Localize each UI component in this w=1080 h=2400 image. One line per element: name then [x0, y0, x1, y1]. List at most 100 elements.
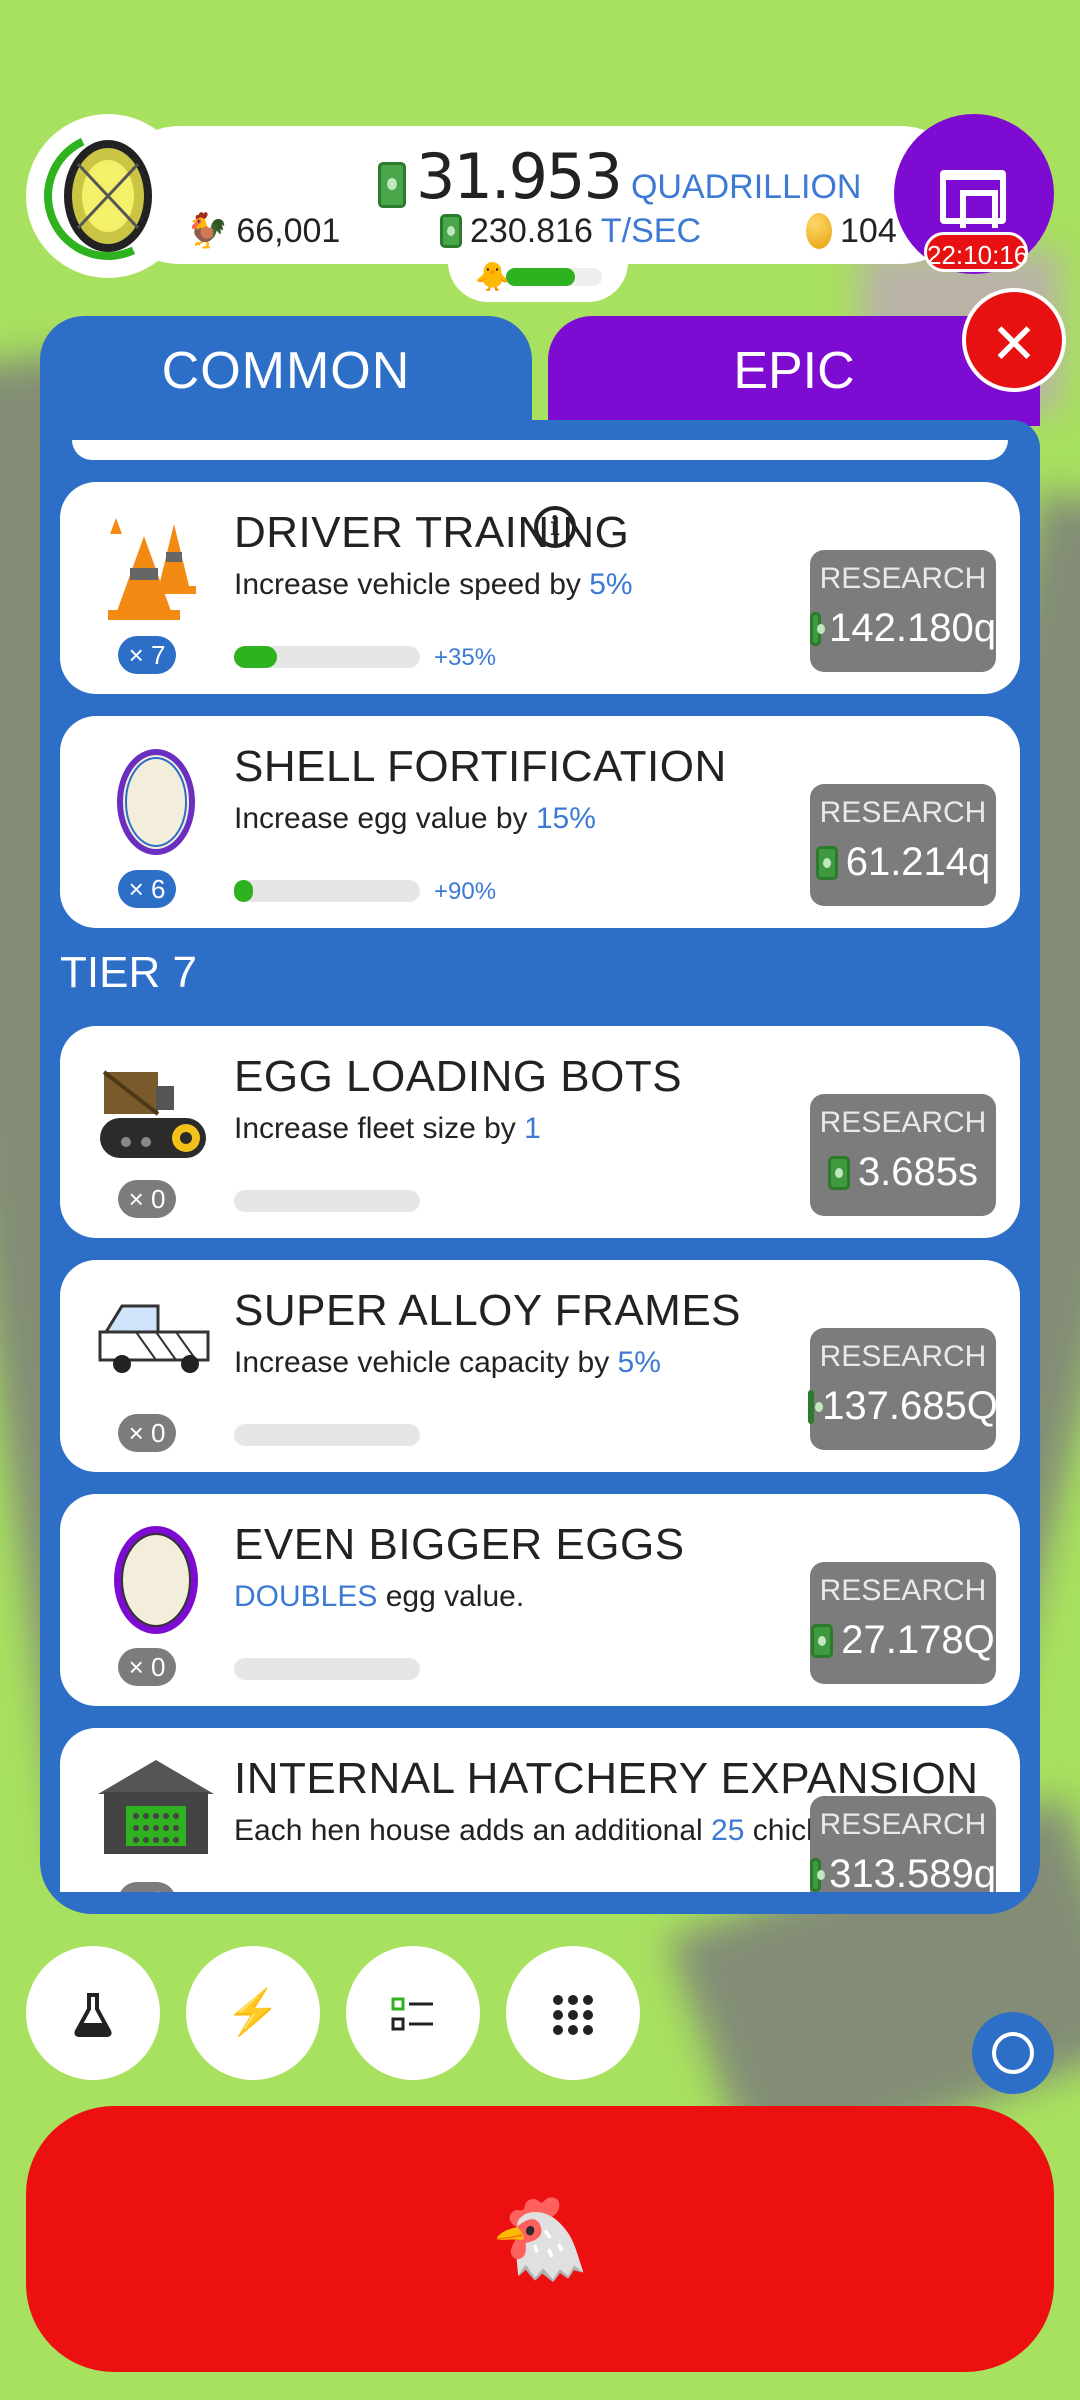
research-description: Increase vehicle speed by 5% — [234, 568, 633, 602]
research-description: Increase egg value by 15% — [234, 802, 596, 836]
research-button[interactable]: RESEARCH 313.589q — [810, 1796, 996, 1892]
level-badge: × 0 — [118, 1882, 176, 1892]
desc-prefix: Increase egg value by — [234, 802, 536, 835]
purple-egg-icon — [96, 1518, 216, 1638]
progress-fill — [234, 646, 277, 668]
rate-value: 230.816 — [470, 211, 593, 250]
research-button[interactable]: RESEARCH 3.685s — [810, 1094, 996, 1216]
research-icon — [74, 1993, 112, 2038]
money-value: 31.953 — [416, 140, 623, 213]
research-title: SHELL FORTIFICATION — [234, 742, 727, 791]
level-badge: × 7 — [118, 636, 176, 674]
cash-icon — [827, 1155, 850, 1190]
research-button-label: RESEARCH — [819, 1340, 987, 1373]
shop-timer: 22:10:16 — [924, 232, 1028, 272]
research-button[interactable]: RESEARCH 27.178Q — [810, 1562, 996, 1684]
cost-value: 3.685s — [857, 1150, 979, 1194]
chick-icon: 🐥 — [475, 261, 510, 292]
info-icon[interactable]: i — [534, 506, 576, 548]
income-rate: 230.816 T/SEC — [440, 208, 701, 254]
research-button[interactable]: RESEARCH 137.685Q — [808, 1328, 998, 1450]
boost-icon: ⚡ — [225, 1988, 281, 2037]
menu-icon — [553, 1995, 593, 2036]
cash-icon — [815, 845, 838, 880]
research-title: EVEN BIGGER EGGS — [234, 1520, 685, 1569]
cash-icon — [808, 1389, 824, 1424]
egg-icon — [96, 740, 216, 860]
cost-value: 313.589q — [829, 1852, 996, 1892]
level-badge: × 0 — [118, 1414, 176, 1452]
desc-prefix: Increase fleet size by — [234, 1112, 525, 1145]
cash-icon — [378, 162, 406, 208]
research-bonus: +35% — [434, 644, 497, 671]
overlay-toggle-button[interactable] — [972, 2012, 1054, 2094]
chicken-count: 🐓 66,001 — [186, 208, 340, 254]
research-button-label: RESEARCH — [819, 1106, 987, 1139]
research-button[interactable]: RESEARCH 61.214q — [810, 784, 996, 906]
cost-value: 61.214q — [845, 840, 991, 884]
desc-prefix: Increase vehicle capacity by — [234, 1346, 618, 1379]
level-badge: × 0 — [118, 1648, 176, 1686]
research-description: DOUBLES egg value. — [234, 1580, 524, 1614]
cash-icon — [811, 1623, 834, 1658]
research-cost: 142.180q — [810, 606, 996, 651]
missions-icon — [391, 1997, 433, 2031]
missions-button[interactable] — [346, 1946, 480, 2080]
research-progress-bar — [234, 880, 420, 902]
hen-house-icon — [96, 1752, 216, 1872]
research-title: EGG LOADING BOTS — [234, 1052, 683, 1101]
cash-icon — [810, 1857, 826, 1892]
chicken-icon: 🐔 — [490, 2194, 590, 2283]
research-cost: 313.589q — [810, 1852, 996, 1892]
desc-prefix: Increase vehicle speed by — [234, 568, 590, 601]
desc-value: 25 — [711, 1814, 745, 1847]
progress-fill — [234, 880, 253, 902]
desc-value: DOUBLES — [234, 1580, 378, 1613]
rate-unit: T/SEC — [600, 211, 702, 250]
research-card-even-bigger-eggs: × 0 EVEN BIGGER EGGS DOUBLES egg value. … — [60, 1494, 1020, 1706]
main-menu-button[interactable] — [506, 1946, 640, 2080]
research-card-internal-hatchery-expansion: × 0 INTERNAL HATCHERY EXPANSION Each hen… — [60, 1728, 1020, 1892]
previous-card-stub — [72, 440, 1008, 460]
desc-suffix: egg value. — [377, 1580, 525, 1613]
cash-icon — [440, 214, 462, 248]
desc-value: 1 — [524, 1112, 541, 1145]
research-description: Increase vehicle capacity by 5% — [234, 1346, 661, 1380]
cost-value: 137.685Q — [822, 1384, 998, 1428]
research-cost: 61.214q — [810, 840, 996, 885]
truck-icon — [96, 1284, 216, 1404]
close-button[interactable]: ✕ — [962, 288, 1066, 392]
research-button-label: RESEARCH — [819, 562, 987, 595]
cash-icon — [810, 611, 826, 646]
research-list[interactable]: × 7 DRIVER TRAINING i Increase vehicle s… — [60, 440, 1020, 1892]
research-menu-button[interactable] — [26, 1946, 160, 2080]
chicken-count-value: 66,001 — [236, 211, 341, 250]
hatch-progress-fill — [506, 268, 576, 286]
research-progress-bar — [234, 646, 420, 668]
money-unit: QUADRILLION — [630, 168, 862, 206]
cost-value: 142.180q — [829, 606, 996, 650]
chicken-icon: 🐓 — [186, 212, 229, 250]
research-progress-bar — [234, 1658, 420, 1680]
level-badge: × 0 — [118, 1180, 176, 1218]
research-cost: 27.178Q — [810, 1618, 996, 1663]
level-badge: × 6 — [118, 870, 176, 908]
tier-label: TIER 7 — [60, 948, 197, 997]
traffic-cones-icon — [96, 506, 216, 626]
research-progress-bar — [234, 1424, 420, 1446]
research-card-driver-training: × 7 DRIVER TRAINING i Increase vehicle s… — [60, 482, 1020, 694]
research-progress-bar — [234, 1190, 420, 1212]
research-button-label: RESEARCH — [819, 796, 987, 829]
research-title: SUPER ALLOY FRAMES — [234, 1286, 742, 1335]
shop-icon — [940, 170, 1006, 228]
boost-button[interactable]: ⚡ — [186, 1946, 320, 2080]
desc-prefix: Each hen house adds an additional — [234, 1814, 712, 1847]
research-description: Increase fleet size by 1 — [234, 1112, 541, 1146]
research-button[interactable]: RESEARCH 142.180q — [810, 550, 996, 672]
research-cost: 137.685Q — [808, 1384, 998, 1429]
research-cost: 3.685s — [810, 1150, 996, 1195]
research-card-super-alloy-frames: × 0 SUPER ALLOY FRAMES Increase vehicle … — [60, 1260, 1020, 1472]
research-button-label: RESEARCH — [819, 1808, 987, 1841]
hatch-chicken-button[interactable]: 🐔 — [26, 2106, 1054, 2372]
research-button-label: RESEARCH — [819, 1574, 987, 1607]
